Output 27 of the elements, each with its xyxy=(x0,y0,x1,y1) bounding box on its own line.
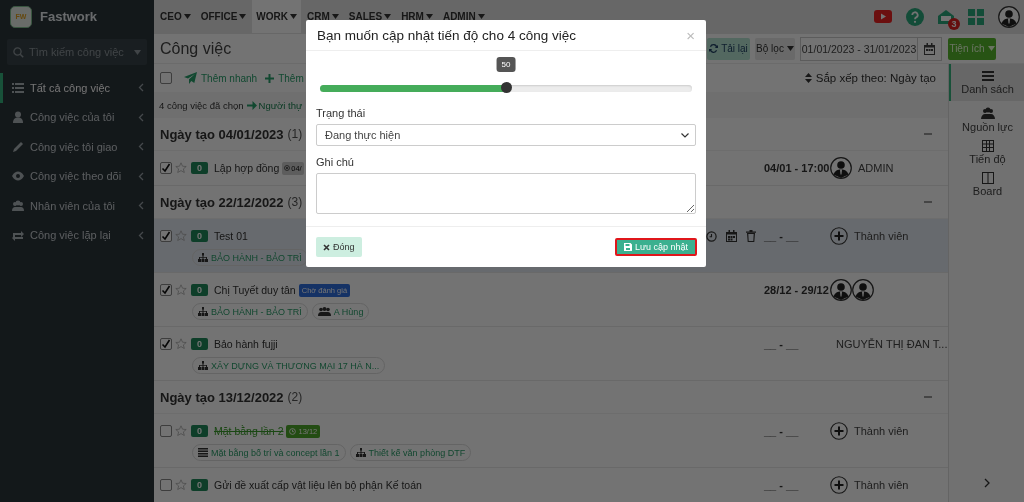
count-badge: 0 xyxy=(191,284,208,296)
count-badge: 0 xyxy=(191,425,208,437)
assignee-name: NGUYỄN THỊ ĐAN T... xyxy=(836,338,948,350)
task-date: __ - __ xyxy=(764,337,800,352)
group-count: (3) xyxy=(287,195,303,209)
group-count: (1) xyxy=(287,127,303,141)
group-count: (2) xyxy=(287,390,303,404)
note-label: Ghi chú xyxy=(316,156,355,168)
count-badge: 0 xyxy=(191,479,208,491)
slider-tooltip: 50 xyxy=(496,57,516,72)
count-badge: 0 xyxy=(191,162,208,174)
task-date: __ - __ xyxy=(764,229,800,244)
count-badge: 0 xyxy=(191,338,208,350)
page-title: Công việc xyxy=(160,39,232,58)
group-title: Ngày tạo 04/01/2023 xyxy=(160,126,284,142)
selection-count: 4 công việc đã chọn xyxy=(159,99,244,111)
count-badge: 0 xyxy=(191,230,208,242)
task-date: __ - __ xyxy=(764,424,800,439)
status-label: Trạng thái xyxy=(316,107,367,119)
brand-name: Fastwork xyxy=(40,9,98,24)
task-date: 04/01 - 17:00 xyxy=(764,161,830,176)
group-title: Ngày tạo 22/12/2022 xyxy=(160,194,284,210)
task-date: __ - __ xyxy=(764,478,800,493)
assignee-name: ADMIN xyxy=(858,162,894,174)
task-date: 28/12 - 29/12 xyxy=(764,283,830,298)
group-title: Ngày tạo 13/12/2022 xyxy=(160,389,284,405)
dialog-title: Bạn muốn cập nhật tiến độ cho 4 công việc xyxy=(317,27,577,43)
